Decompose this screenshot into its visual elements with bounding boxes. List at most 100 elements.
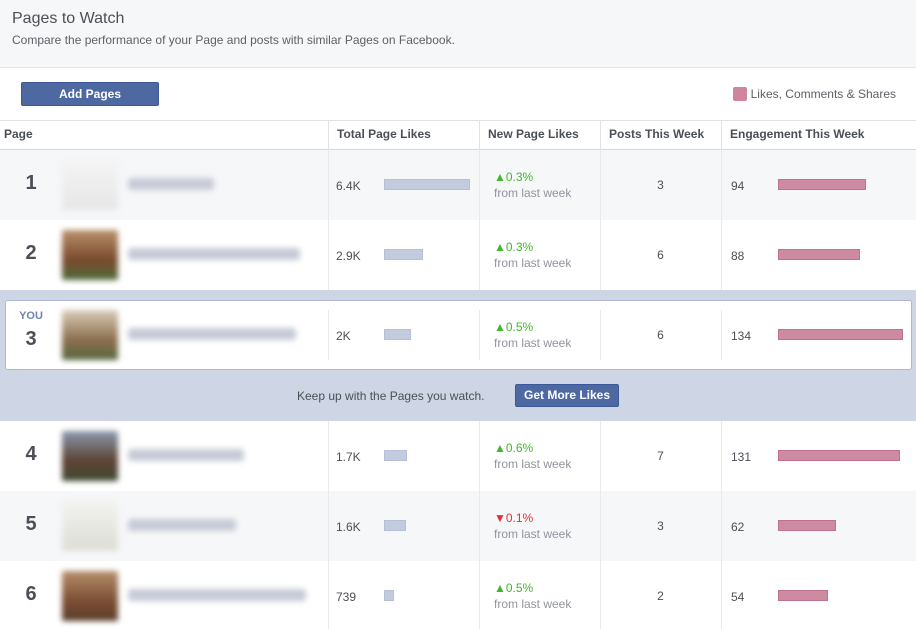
column-divider (721, 220, 722, 290)
new-likes-delta: ▲0.5% (494, 581, 534, 595)
you-label: YOU (19, 310, 43, 322)
column-divider (721, 150, 722, 220)
column-header-new-likes[interactable]: New Page Likes (479, 121, 600, 150)
table-row: 1 6.4K ▲0.3% from last week 3 94 (0, 150, 916, 220)
page-thumbnail[interactable] (62, 230, 118, 280)
new-likes-delta: ▲0.3% (494, 240, 534, 254)
engagement-value: 54 (731, 590, 745, 604)
column-divider (479, 421, 480, 491)
column-divider (328, 310, 329, 360)
page-name-link[interactable] (128, 248, 300, 260)
rank-number: 4 (25, 443, 37, 465)
legend-swatch (732, 87, 747, 101)
column-divider (479, 220, 480, 290)
your-page-row: 3 YOU 2K ▲0.5% from last week 6 134 (0, 300, 916, 370)
rank-number: 1 (25, 172, 37, 194)
engagement-value: 88 (731, 249, 745, 263)
engagement-bar (778, 450, 900, 461)
new-likes-delta: ▼0.1% (494, 511, 534, 525)
chart-legend: Likes, Comments & Shares (732, 87, 896, 101)
page-thumbnail[interactable] (62, 501, 118, 551)
page-name-link[interactable] (128, 449, 244, 461)
new-likes-delta: ▲0.6% (494, 441, 534, 455)
rank-number: 3 (25, 328, 37, 350)
new-likes-delta: ▲0.3% (494, 170, 534, 184)
engagement-bar (778, 249, 860, 260)
engagement-bar (778, 520, 836, 531)
page-name-link[interactable] (128, 589, 306, 601)
total-likes-value: 1.7K (336, 450, 361, 464)
engagement-value: 94 (731, 179, 745, 193)
column-divider (479, 310, 480, 360)
total-likes-value: 6.4K (336, 179, 361, 193)
posts-this-week: 3 (657, 519, 664, 533)
engagement-value: 62 (731, 520, 745, 534)
new-likes-subtext: from last week (494, 336, 572, 350)
table-row: 5 1.6K ▼0.1% from last week 3 62 (0, 491, 916, 561)
promo-text: Keep up with the Pages you watch. (297, 389, 485, 403)
engagement-value: 134 (731, 329, 752, 343)
page-subtitle: Compare the performance of your Page and… (12, 33, 455, 47)
column-divider (479, 561, 480, 629)
column-divider (721, 491, 722, 561)
page-name-link[interactable] (128, 178, 214, 190)
page-thumbnail[interactable] (62, 160, 118, 210)
table-row: 6 739 ▲0.5% from last week 2 54 (0, 561, 916, 629)
column-divider (328, 491, 329, 561)
engagement-bar (778, 590, 828, 601)
page-title: Pages to Watch (12, 10, 125, 27)
new-likes-subtext: from last week (494, 527, 572, 541)
total-likes-bar (384, 590, 394, 601)
column-divider (721, 310, 722, 360)
legend-label: Likes, Comments & Shares (750, 87, 896, 101)
page-name-link[interactable] (128, 519, 236, 531)
column-divider (328, 220, 329, 290)
page-thumbnail[interactable] (62, 571, 118, 621)
posts-this-week: 3 (657, 178, 664, 192)
new-likes-subtext: from last week (494, 597, 572, 611)
add-pages-button[interactable]: Add Pages (21, 82, 159, 106)
total-likes-value: 1.6K (336, 520, 361, 534)
total-likes-value: 2.9K (336, 249, 361, 263)
new-likes-subtext: from last week (494, 256, 572, 270)
engagement-value: 131 (731, 450, 752, 464)
column-divider (721, 421, 722, 491)
total-likes-bar (384, 249, 423, 260)
total-likes-value: 739 (336, 590, 357, 604)
total-likes-bar (384, 520, 406, 531)
table-header: Page Total Page Likes New Page Likes Pos… (0, 121, 916, 150)
column-header-page[interactable]: Page (0, 121, 328, 150)
column-header-engagement[interactable]: Engagement This Week (721, 121, 916, 150)
total-likes-value: 2K (336, 329, 351, 343)
page-name-link[interactable] (128, 328, 296, 340)
get-more-likes-button[interactable]: Get More Likes (515, 384, 619, 407)
table-row: 2 2.9K ▲0.3% from last week 6 88 (0, 220, 916, 290)
engagement-bar (778, 179, 866, 190)
page-thumbnail[interactable] (62, 310, 118, 360)
posts-this-week: 6 (657, 328, 664, 342)
column-divider (328, 561, 329, 629)
posts-this-week: 2 (657, 589, 664, 603)
table-row: 4 1.7K ▲0.6% from last week 7 131 (0, 421, 916, 491)
rank-number: 6 (25, 583, 37, 605)
toolbar: Add Pages Likes, Comments & Shares (0, 69, 916, 121)
column-header-total-likes[interactable]: Total Page Likes (328, 121, 479, 150)
column-header-posts[interactable]: Posts This Week (600, 121, 721, 150)
new-likes-subtext: from last week (494, 186, 572, 200)
total-likes-bar (384, 450, 407, 461)
rank-number: 5 (25, 513, 37, 535)
column-divider (328, 150, 329, 220)
page-thumbnail[interactable] (62, 431, 118, 481)
rank-number: 2 (25, 242, 37, 264)
new-likes-subtext: from last week (494, 457, 572, 471)
column-divider (479, 150, 480, 220)
column-divider (479, 491, 480, 561)
new-likes-delta: ▲0.5% (494, 320, 534, 334)
posts-this-week: 7 (657, 449, 664, 463)
posts-this-week: 6 (657, 248, 664, 262)
column-divider (721, 561, 722, 629)
column-divider (328, 421, 329, 491)
page-header: Pages to Watch Compare the performance o… (0, 0, 916, 68)
engagement-bar (778, 329, 903, 340)
total-likes-bar (384, 179, 470, 190)
